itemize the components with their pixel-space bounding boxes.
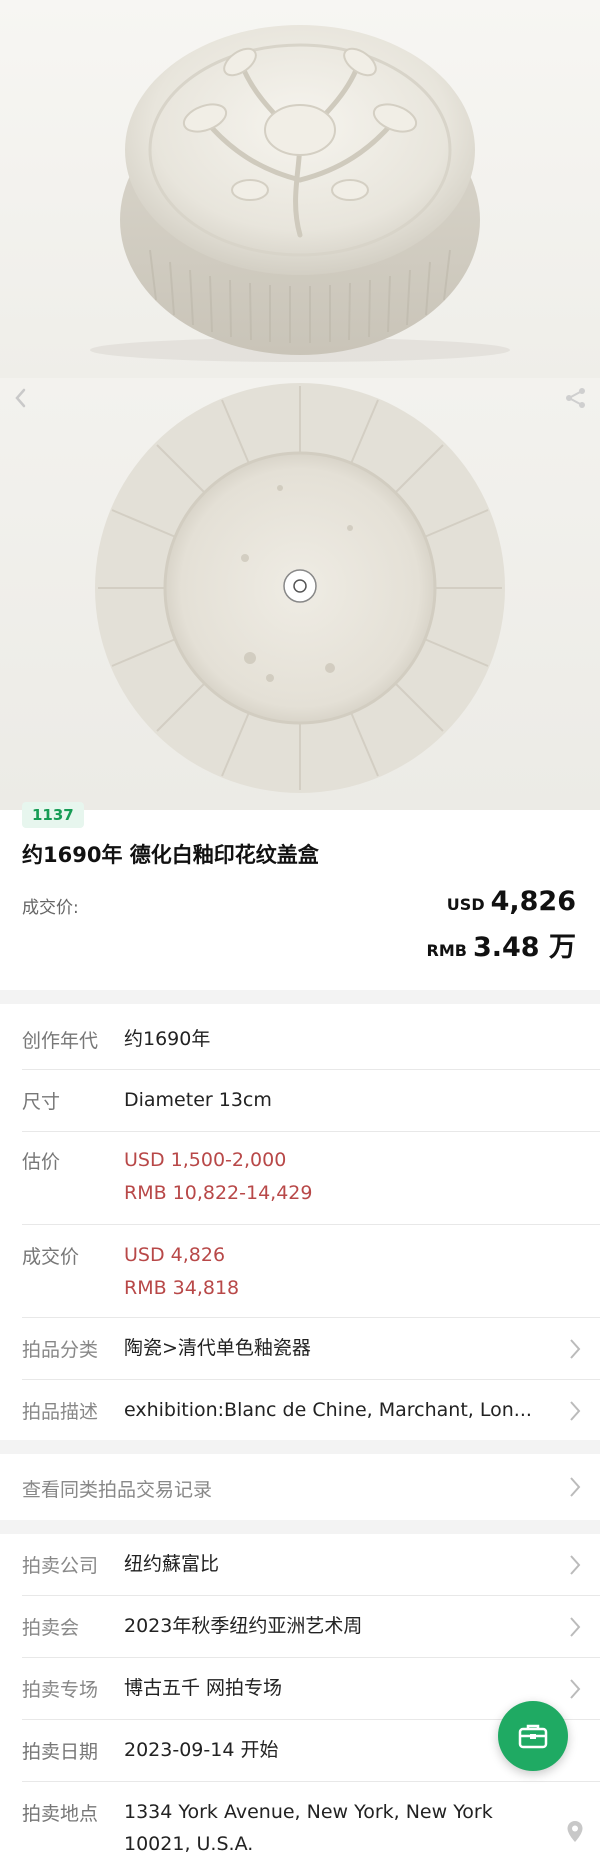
auction-location-row[interactable]: 拍卖地点 1334 York Avenue, New York, New Yor…: [0, 1782, 600, 1871]
location-label: 拍卖地点: [22, 1803, 99, 1825]
chevron-right-icon: [570, 1555, 581, 1575]
company-value: 纽约蘇富比: [124, 1553, 220, 1575]
chevron-left-icon: [15, 388, 26, 408]
similar-records-row[interactable]: 查看同类拍品交易记录: [0, 1454, 600, 1520]
estimate-label: 估价: [22, 1151, 61, 1173]
year-value: 约1690年: [124, 1028, 211, 1050]
detail-row-size: 尺寸 Diameter 13cm: [0, 1070, 600, 1132]
auction-company-row[interactable]: 拍卖公司 纽约蘇富比: [0, 1534, 600, 1596]
section-gap: [0, 1440, 600, 1454]
detail-row-year: 创作年代 约1690年: [0, 1010, 600, 1070]
briefcase-fab-button[interactable]: [498, 1701, 568, 1771]
deal-price-usd: USD 4,826: [447, 886, 576, 917]
section-gap: [0, 990, 600, 1004]
lot-number-badge: 1137: [22, 802, 84, 828]
sold-label: 成交价: [22, 1246, 80, 1268]
similar-records-label: 查看同类拍品交易记录: [22, 1479, 213, 1501]
share-button[interactable]: [556, 378, 596, 418]
usd-amount: 4,826: [490, 886, 576, 917]
category-label: 拍品分类: [22, 1339, 99, 1361]
section-gap: [0, 1520, 600, 1534]
sold-usd: USD 4,826: [124, 1244, 226, 1266]
usd-currency: USD: [446, 895, 485, 914]
detail-row-sold-price: 成交价 USD 4,826 RMB 34,818: [0, 1225, 600, 1317]
auction-sale-row[interactable]: 拍卖会 2023年秋季纽约亚洲艺术周: [0, 1596, 600, 1658]
size-value: Diameter 13cm: [124, 1089, 272, 1111]
category-row[interactable]: 拍品分类 陶瓷>清代单色釉瓷器: [0, 1318, 600, 1380]
estimate-usd: USD 1,500-2,000: [124, 1149, 287, 1171]
chevron-right-icon: [570, 1477, 581, 1497]
size-label: 尺寸: [22, 1091, 61, 1113]
session-value: 博古五千 网拍专场: [124, 1677, 283, 1699]
chevron-right-icon: [570, 1339, 581, 1359]
sold-rmb: RMB 34,818: [124, 1277, 240, 1299]
estimate-rmb: RMB 10,822-14,429: [124, 1182, 313, 1204]
session-label: 拍卖专场: [22, 1679, 99, 1701]
rmb-currency: RMB: [426, 941, 467, 960]
category-value: 陶瓷>清代单色釉瓷器: [124, 1337, 311, 1359]
lot-photo-base[interactable]: [0, 378, 600, 810]
location-line2: 10021, U.S.A.: [124, 1833, 254, 1855]
covered-box-base-image: [95, 383, 505, 793]
date-label: 拍卖日期: [22, 1741, 99, 1763]
company-label: 拍卖公司: [22, 1555, 99, 1577]
description-value: exhibition:Blanc de Chine, Marchant, Lon…: [124, 1399, 532, 1421]
rmb-amount: 3.48 万: [472, 932, 576, 963]
location-line1: 1334 York Avenue, New York, New York: [124, 1801, 493, 1823]
chevron-right-icon: [570, 1401, 581, 1421]
description-label: 拍品描述: [22, 1401, 99, 1423]
sale-label: 拍卖会: [22, 1617, 80, 1639]
detail-row-estimate: 估价 USD 1,500-2,000 RMB 10,822-14,429: [0, 1132, 600, 1224]
chevron-right-icon: [570, 1679, 581, 1699]
deal-price-rmb: RMB 3.48 万: [427, 925, 576, 964]
briefcase-icon: [518, 1724, 548, 1749]
deal-price-label: 成交价:: [22, 898, 79, 918]
covered-box-lid-image: [90, 25, 510, 362]
chevron-right-icon: [570, 1617, 581, 1637]
location-pin-icon[interactable]: [566, 1820, 584, 1844]
share-icon: [566, 388, 585, 408]
back-button[interactable]: [0, 378, 40, 418]
date-value: 2023-09-14 开始: [124, 1739, 279, 1761]
year-label: 创作年代: [22, 1030, 99, 1052]
lot-photo-lid[interactable]: [0, 0, 600, 378]
description-row[interactable]: 拍品描述 exhibition:Blanc de Chine, Marchant…: [0, 1380, 600, 1440]
lot-title: 约1690年 德化白釉印花纹盖盒: [22, 843, 319, 867]
sale-value: 2023年秋季纽约亚洲艺术周: [124, 1615, 363, 1637]
